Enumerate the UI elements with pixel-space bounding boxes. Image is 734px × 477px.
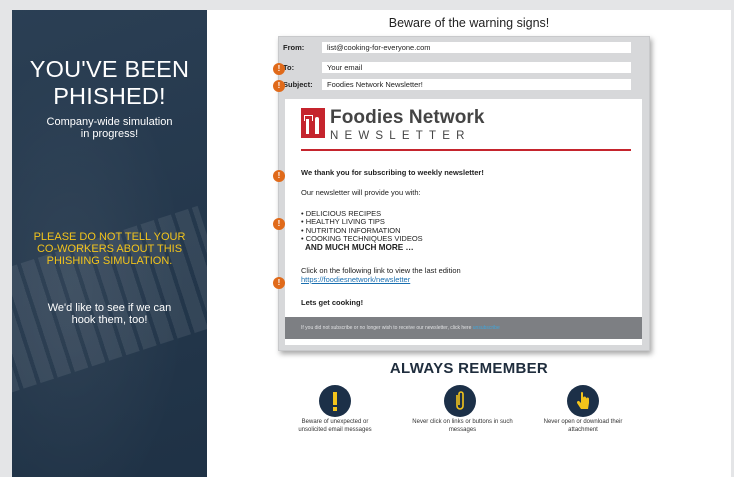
more-text: AND MUCH MUCH MORE …: [305, 242, 414, 252]
warning-marker-icon: !: [273, 170, 285, 182]
tip-caption: Beware of unexpected or unsolicited emai…: [275, 419, 395, 434]
email-preview-card: From: list@cooking-for-everyone.com To: …: [273, 36, 650, 351]
knife-icon: [315, 117, 319, 134]
subject-value: Foodies Network Newsletter!: [322, 79, 631, 90]
newsletter-link[interactable]: https://foodiesnetwork/newsletter: [301, 275, 410, 284]
warning-marker-icon: !: [273, 277, 285, 289]
tip-caption-line1: Beware of unexpected or: [301, 419, 369, 425]
sidebar-warning-line3: PHISHING SIMULATION.: [46, 255, 173, 267]
tip-caption-line1: Never click on links or buttons in such: [412, 419, 513, 425]
cta-text: Lets get cooking!: [301, 298, 364, 307]
unsubscribe-footer: If you did not subscribe or no longer wi…: [285, 317, 642, 339]
tip-caption: Never open or download their attachment: [523, 419, 643, 434]
warning-marker-icon: !: [273, 63, 285, 75]
thank-you-text: We thank you for subscribing to weekly n…: [301, 168, 484, 177]
email-body: Foodies Network NEWSLETTER We thank you …: [285, 99, 642, 345]
page: YOU'VE BEEN PHISHED! Company-wide simula…: [12, 10, 731, 477]
sidebar-warning-line2: CO-WORKERS ABOUT THIS: [36, 243, 183, 255]
footer-text: If you did not subscribe or no longer wi…: [301, 325, 472, 331]
sidebar-hook-line1: We'd like to see if we can: [47, 302, 172, 314]
from-label: From:: [283, 43, 305, 52]
paperclip-icon: [444, 385, 476, 417]
from-value: list@cooking-for-everyone.com: [322, 42, 631, 53]
subject-label: Subject:: [283, 80, 313, 89]
sidebar-title-text: YOU'VE BEEN PHISHED!: [29, 56, 190, 109]
sidebar-hook-line2: hook them, too!: [71, 314, 148, 326]
foodies-logo-icon: [301, 108, 325, 138]
warning-marker-icon: !: [273, 218, 285, 230]
sidebar-warning: PLEASE DO NOT TELL YOUR CO-WORKERS ABOUT…: [12, 231, 207, 267]
subject-row: Subject: Foodies Network Newsletter!: [283, 79, 643, 90]
to-row: To: Your email: [283, 62, 643, 73]
warning-marker-icon: !: [273, 80, 285, 92]
to-value: Your email: [322, 62, 631, 73]
tip-caption-line1: Never open or download their: [543, 419, 623, 425]
tip-caption-line2: attachment: [568, 426, 598, 433]
always-remember-title: ALWAYS REMEMBER: [389, 360, 549, 377]
fork-icon: [304, 115, 313, 134]
provide-text: Our newsletter will provide you with:: [301, 188, 421, 197]
tip-caption-line2: messages: [448, 426, 477, 433]
sidebar-subtitle-line2: in progress!: [80, 128, 139, 140]
brand-divider: [301, 149, 631, 151]
tip-caption: Never click on links or buttons in such …: [400, 419, 525, 434]
sidebar-hook-text: We'd like to see if we can hook them, to…: [12, 302, 207, 326]
sidebar-title: YOU'VE BEEN PHISHED!: [12, 56, 207, 110]
items-list: • DELICIOUS RECIPES • HEALTHY LIVING TIP…: [301, 209, 423, 252]
brand-name: Foodies Network: [330, 107, 485, 128]
sidebar-warning-line1: PLEASE DO NOT TELL YOUR: [33, 231, 186, 243]
brand-subtitle: NEWSLETTER: [330, 130, 471, 142]
sidebar-subtitle: Company-wide simulation in progress!: [12, 116, 207, 140]
unsubscribe-link[interactable]: unsubscribe: [473, 325, 500, 331]
sidebar-subtitle-line1: Company-wide simulation: [46, 116, 173, 128]
from-row: From: list@cooking-for-everyone.com: [283, 42, 643, 53]
exclamation-icon: [319, 385, 351, 417]
pointer-hand-icon: [567, 385, 599, 417]
page-heading: Beware of the warning signs!: [388, 16, 550, 30]
sidebar: YOU'VE BEEN PHISHED! Company-wide simula…: [12, 10, 207, 477]
tip-caption-line2: unsolicited email messages: [298, 426, 372, 433]
